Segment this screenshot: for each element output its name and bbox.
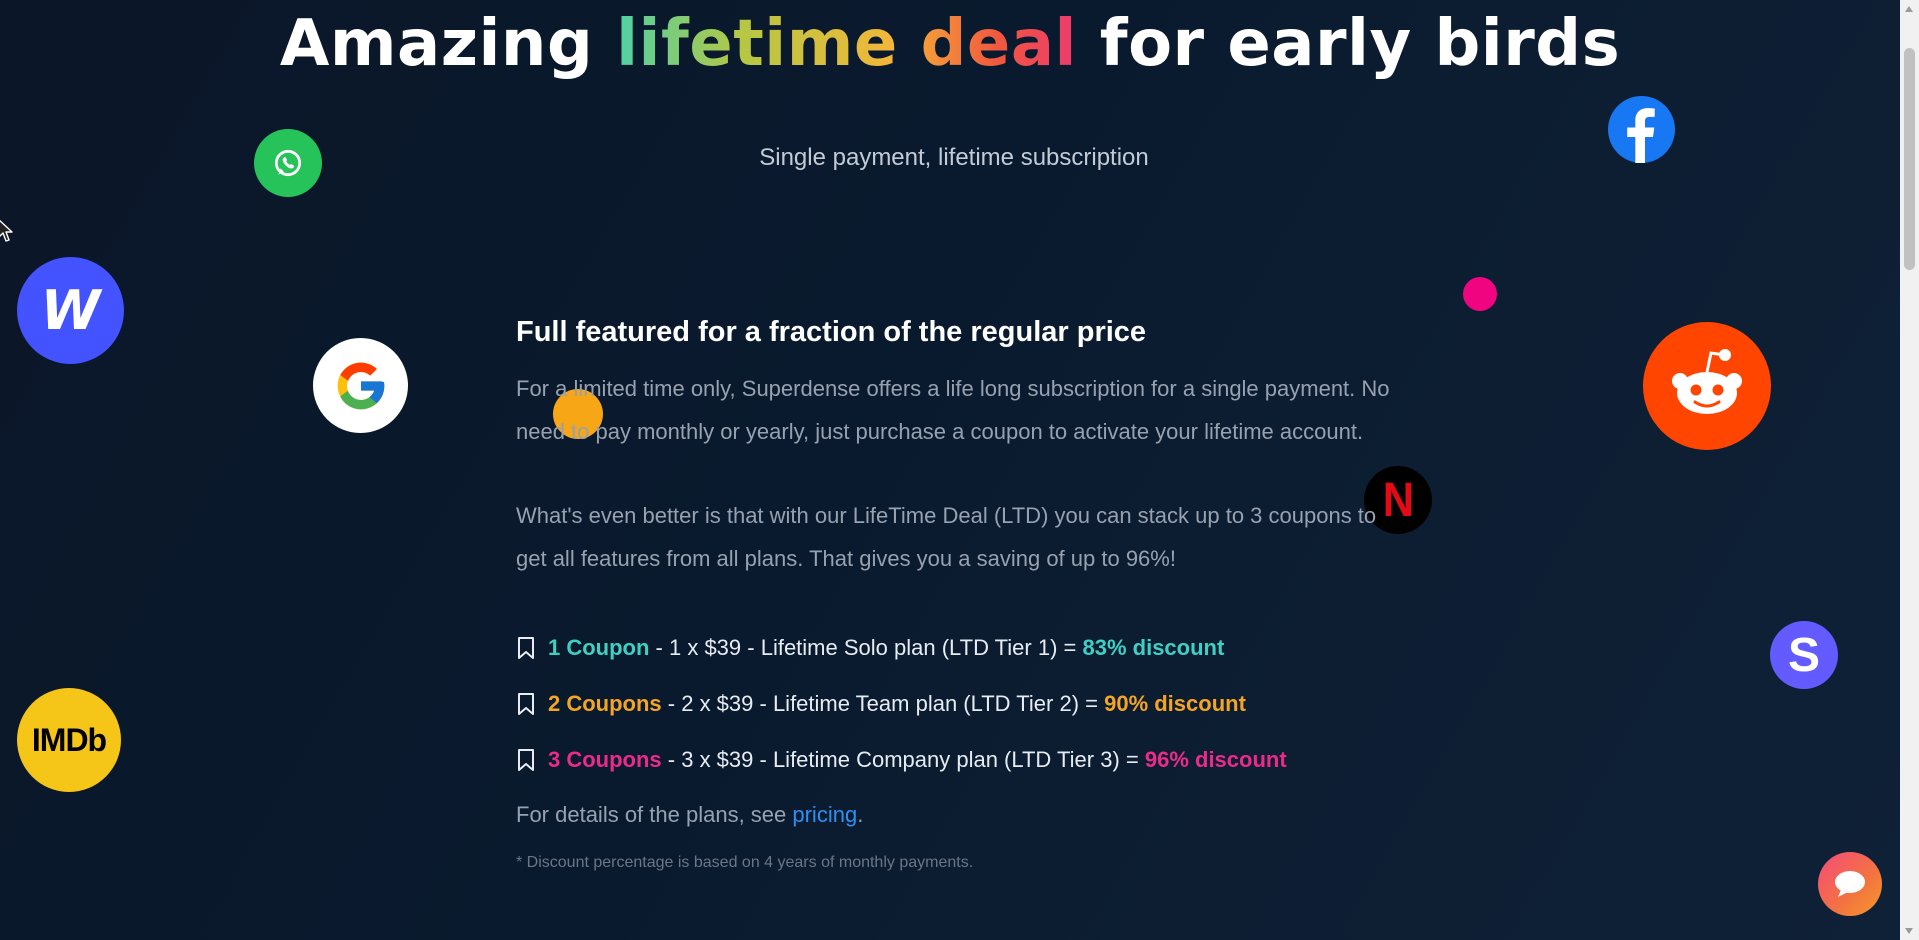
- decorative-pink-dot: [1463, 277, 1497, 311]
- coupon-discount: 96% discount: [1144, 747, 1287, 772]
- coupon-label: 1 Coupon: [548, 635, 650, 660]
- coupon-text: - 1 x $39 - Lifetime Solo plan (LTD Tier…: [649, 635, 1083, 660]
- cursor-icon: [0, 219, 13, 242]
- list-item: 3 Coupons - 3 x $39 - Lifetime Company p…: [516, 732, 1396, 788]
- hero-title-space: [898, 7, 921, 81]
- chat-button[interactable]: [1818, 852, 1882, 916]
- stripe-icon: S: [1770, 621, 1838, 689]
- coupon-discount: 90% discount: [1104, 691, 1246, 716]
- coupon-label: 2 Coupons: [548, 691, 662, 716]
- imdb-logo-text: IMDb: [31, 721, 107, 758]
- plan-details-prefix: For details of the plans, see: [516, 802, 793, 827]
- coupon-text: - 3 x $39 - Lifetime Company plan (LTD T…: [661, 747, 1145, 772]
- plan-details-suffix: .: [857, 802, 864, 827]
- bookmark-icon: [518, 749, 534, 771]
- discount-footnote: * Discount percentage is based on 4 year…: [516, 854, 974, 871]
- scroll-up-arrow-icon[interactable]: [1905, 6, 1913, 12]
- plan-details: For details of the plans, see pricing.: [516, 802, 1396, 828]
- main-content: Full featured for a fraction of the regu…: [516, 310, 1396, 872]
- coupon-label: 3 Coupons: [548, 747, 662, 772]
- whatsapp-icon: [254, 129, 322, 197]
- scrollbar-thumb[interactable]: [1904, 48, 1915, 270]
- list-item: 1 Coupon - 1 x $39 - Lifetime Solo plan …: [516, 620, 1396, 676]
- google-icon: [313, 338, 408, 433]
- bookmark-icon: [518, 637, 534, 659]
- list-item: 2 Coupons - 2 x $39 - Lifetime Team plan…: [516, 676, 1396, 732]
- section-title: Full featured for a fraction of the regu…: [516, 316, 1147, 348]
- bookmark-icon: [518, 693, 534, 715]
- page: Amazing lifetime deal for early birds Si…: [0, 0, 1900, 940]
- vertical-scrollbar[interactable]: [1900, 0, 1919, 940]
- hero-title: Amazing lifetime deal for early birds: [0, 4, 1900, 84]
- pricing-link[interactable]: pricing: [792, 802, 857, 827]
- stripe-logo-text: S: [1787, 628, 1820, 682]
- webflow-logo-text: W: [40, 279, 101, 342]
- stacking-paragraph: What's even better is that with our Life…: [516, 503, 1377, 571]
- intro-paragraph: For a limited time only, Superdense offe…: [516, 376, 1390, 444]
- coupon-text: - 2 x $39 - Lifetime Team plan (LTD Tier…: [661, 691, 1105, 716]
- imdb-icon: IMDb: [17, 688, 121, 792]
- hero-title-part4: for early birds: [1076, 7, 1621, 81]
- coupon-list: 1 Coupon - 1 x $39 - Lifetime Solo plan …: [516, 620, 1396, 788]
- reddit-icon: [1643, 322, 1771, 450]
- hero-title-part1: Amazing: [279, 7, 617, 81]
- webflow-icon: W: [17, 257, 124, 364]
- hero-title-highlight-deal: deal: [920, 7, 1077, 81]
- chat-icon: [1835, 871, 1865, 897]
- hero-title-highlight-lifetime: lifetime: [616, 7, 898, 81]
- scroll-down-arrow-icon[interactable]: [1905, 928, 1913, 934]
- facebook-icon: [1608, 96, 1675, 163]
- coupon-discount: 83% discount: [1082, 635, 1225, 660]
